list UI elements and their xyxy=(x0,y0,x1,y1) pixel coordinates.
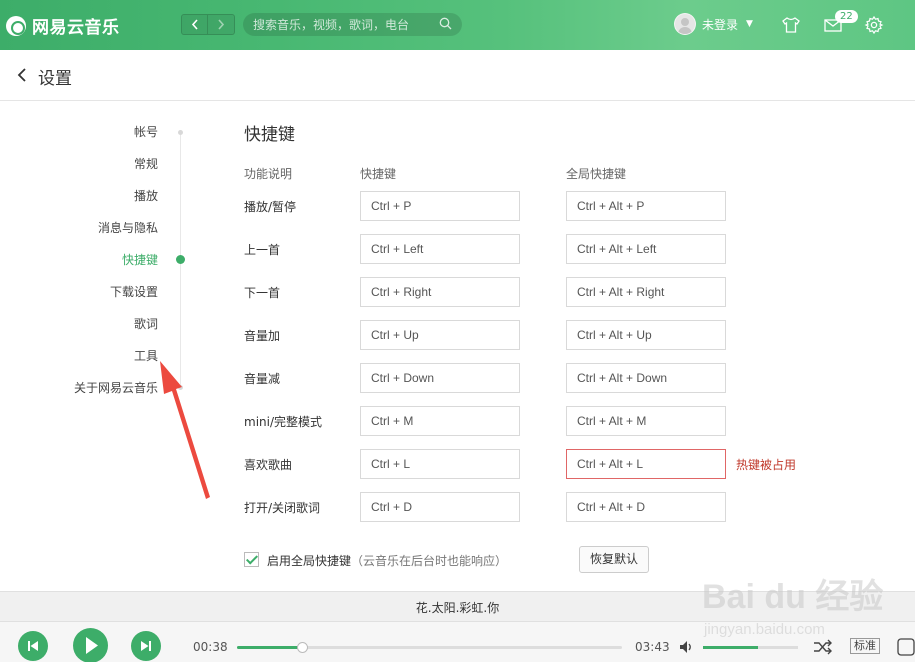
search-input[interactable] xyxy=(253,17,423,32)
history-nav xyxy=(181,14,235,35)
shuffle-icon[interactable] xyxy=(813,639,833,655)
shortcut-field[interactable]: Ctrl + Left xyxy=(360,234,520,264)
row-label-like-song: 喜欢歌曲 xyxy=(244,458,293,472)
shortcut-field[interactable]: Ctrl + D xyxy=(360,492,520,522)
enable-global-checkbox[interactable] xyxy=(244,552,259,567)
sidebar-active-dot xyxy=(176,255,185,264)
sidebar-item-download[interactable]: 下载设置 xyxy=(0,283,158,300)
watermark-brand-text: Bai du 经验 xyxy=(702,577,883,616)
shortcut-field[interactable]: Ctrl + Up xyxy=(360,320,520,350)
shortcut-field[interactable]: Ctrl + Down xyxy=(360,363,520,393)
app-name: 网易云音乐 xyxy=(32,18,120,38)
settings-content: 帐号 常规 播放 消息与隐私 快捷键 下载设置 歌词 工具 关于网易云音乐 快捷… xyxy=(0,101,915,591)
play-icon xyxy=(86,637,98,654)
previous-track-button[interactable] xyxy=(18,631,48,661)
global-shortcut-field[interactable]: Ctrl + Alt + M xyxy=(566,406,726,436)
gear-icon[interactable] xyxy=(864,15,884,35)
global-shortcut-field-conflict[interactable]: Ctrl + Alt + L xyxy=(566,449,726,479)
play-button[interactable] xyxy=(73,628,108,662)
shortcut-field[interactable]: Ctrl + L xyxy=(360,449,520,479)
sidebar-item-tools[interactable]: 工具 xyxy=(0,347,158,364)
message-count-badge: 22 xyxy=(835,10,858,23)
enable-global-label[interactable]: 启用全局快捷键（云音乐在后台时也能响应） xyxy=(267,552,507,569)
quality-badge[interactable]: 标准 xyxy=(850,638,880,654)
row-label-next: 下一首 xyxy=(244,286,281,300)
row-label-mini-mode: mini/完整模式 xyxy=(244,415,323,429)
settings-header: 设置 xyxy=(0,50,915,101)
volume-slider[interactable] xyxy=(703,646,798,649)
duration-time: 03:43 xyxy=(635,640,670,654)
sidebar-item-lyrics[interactable]: 歌词 xyxy=(0,315,158,332)
search-box xyxy=(243,13,462,36)
forward-nav-button[interactable] xyxy=(208,14,235,35)
row-label-volume-up: 音量加 xyxy=(244,329,281,343)
netease-logo-icon xyxy=(6,15,26,36)
volume-fill xyxy=(703,646,759,649)
sidebar-item-general[interactable]: 常规 xyxy=(0,155,158,172)
progress-fill xyxy=(237,646,303,649)
shortcut-field[interactable]: Ctrl + P xyxy=(360,191,520,221)
enable-global-note: （云音乐在后台时也能响应） xyxy=(351,554,508,568)
global-shortcut-field[interactable]: Ctrl + Alt + D xyxy=(566,492,726,522)
column-header-function: 功能说明 xyxy=(244,167,293,181)
global-shortcut-field[interactable]: Ctrl + Alt + P xyxy=(566,191,726,221)
next-track-button[interactable] xyxy=(131,631,161,661)
back-arrow-icon[interactable] xyxy=(16,67,28,83)
caret-down-icon: ▼ xyxy=(746,19,753,29)
global-shortcut-field[interactable]: Ctrl + Alt + Right xyxy=(566,277,726,307)
back-nav-button[interactable] xyxy=(181,14,208,35)
section-title: 快捷键 xyxy=(244,125,295,145)
title-bar: 网易云音乐 未登录 ▼ 22 xyxy=(0,0,915,50)
progress-handle[interactable] xyxy=(297,642,309,653)
sidebar-dot xyxy=(178,130,183,135)
sidebar-item-privacy[interactable]: 消息与隐私 xyxy=(0,219,158,236)
sidebar-item-about[interactable]: 关于网易云音乐 xyxy=(0,379,158,396)
skin-shirt-icon[interactable] xyxy=(781,15,801,35)
previous-icon xyxy=(28,641,38,651)
global-shortcut-field[interactable]: Ctrl + Alt + Down xyxy=(566,363,726,393)
annotation-arrow-icon xyxy=(160,361,210,499)
avatar xyxy=(674,13,696,35)
global-shortcut-field[interactable]: Ctrl + Alt + Up xyxy=(566,320,726,350)
row-label-toggle-lyrics: 打开/关闭歌词 xyxy=(244,501,321,515)
column-header-global: 全局快捷键 xyxy=(566,167,627,181)
elapsed-time: 00:38 xyxy=(193,640,228,654)
app-logo[interactable]: 网易云音乐 xyxy=(6,13,120,38)
page-title: 设置 xyxy=(38,69,72,89)
row-label-previous: 上一首 xyxy=(244,243,281,257)
shortcut-field[interactable]: Ctrl + M xyxy=(360,406,520,436)
shortcut-field[interactable]: Ctrl + Right xyxy=(360,277,520,307)
row-label-play-pause: 播放/暂停 xyxy=(244,200,297,214)
search-icon[interactable] xyxy=(439,17,452,30)
sidebar-item-account[interactable]: 帐号 xyxy=(0,123,158,140)
chevron-left-icon xyxy=(191,19,198,30)
login-status: 未登录 xyxy=(702,17,739,32)
conflict-warning: 热键被占用 xyxy=(736,458,797,472)
user-menu[interactable]: 未登录 ▼ xyxy=(674,13,753,35)
global-shortcut-field[interactable]: Ctrl + Alt + Left xyxy=(566,234,726,264)
sidebar-item-playback[interactable]: 播放 xyxy=(0,187,158,204)
column-header-shortcut: 快捷键 xyxy=(360,167,397,181)
reset-default-button[interactable]: 恢复默认 xyxy=(579,546,649,573)
lyrics-icon[interactable] xyxy=(897,637,915,657)
volume-icon[interactable] xyxy=(678,639,694,655)
next-icon xyxy=(141,641,151,651)
baidu-watermark-logo: Bai du 经验 jingyan.baidu.com xyxy=(702,577,883,638)
enable-global-text: 启用全局快捷键 xyxy=(267,554,352,568)
chevron-right-icon xyxy=(218,19,225,30)
sidebar-item-shortcuts[interactable]: 快捷键 xyxy=(0,251,158,268)
watermark-url-text: jingyan.baidu.com xyxy=(703,621,825,638)
row-label-volume-down: 音量减 xyxy=(244,372,281,386)
progress-bar[interactable] xyxy=(237,642,622,653)
